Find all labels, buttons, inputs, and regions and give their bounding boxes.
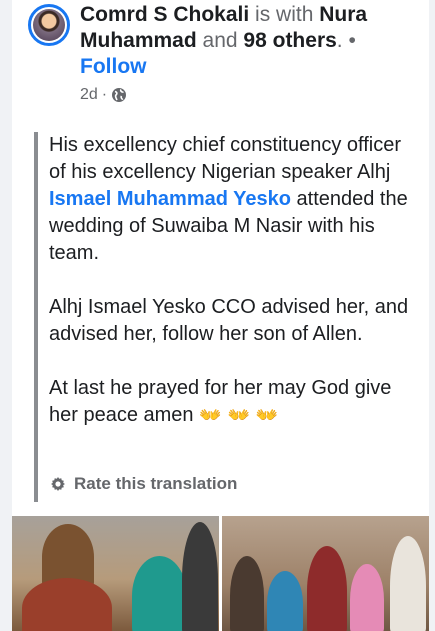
paragraph-1-start: His excellency chief constituency office…	[49, 134, 402, 183]
with-text: is with	[255, 3, 314, 26]
rate-translation-label: Rate this translation	[74, 474, 238, 493]
post-meta: 2d ·	[80, 86, 127, 104]
post-header-text: Comrd S Chokali is with Nura Muhammad an…	[80, 2, 425, 80]
rate-translation-link[interactable]: Rate this translation	[50, 474, 237, 494]
header-separator: . •	[336, 29, 356, 52]
photo-person	[307, 546, 347, 631]
post-time[interactable]: 2d	[80, 86, 98, 104]
mention-link[interactable]: Ismael Muhammad Yesko	[49, 188, 291, 210]
globe-icon[interactable]	[111, 87, 127, 103]
tagged-others[interactable]: 98 others	[243, 29, 336, 52]
paragraph-3: At last he prayed for her may God give h…	[49, 375, 409, 429]
photo-person	[182, 522, 218, 631]
paragraph-2: Alhj Ismael Yesko CCO advised her, and a…	[49, 296, 409, 345]
and-text: and	[202, 29, 238, 52]
feed-right-gutter	[429, 0, 435, 631]
author-avatar[interactable]	[28, 4, 70, 46]
quote-bar	[34, 132, 38, 502]
photo-person	[230, 556, 264, 631]
post-photo-2[interactable]	[222, 516, 429, 631]
photo-person	[267, 571, 303, 631]
paragraph-1: His excellency chief constituency office…	[49, 132, 409, 267]
photo-person	[22, 578, 112, 631]
gear-icon	[51, 477, 65, 491]
photo-person	[132, 556, 187, 631]
post-photo-1[interactable]	[12, 516, 219, 631]
meta-separator: ·	[101, 86, 108, 103]
photo-person	[350, 564, 384, 631]
feed-left-gutter	[0, 0, 12, 631]
open-hands-emoji: 👐👐👐	[199, 405, 285, 425]
photo-person	[390, 536, 426, 631]
post-text: His excellency chief constituency office…	[49, 132, 409, 456]
author-name[interactable]: Comrd S Chokali	[80, 3, 249, 26]
avatar-image	[33, 9, 65, 41]
follow-button[interactable]: Follow	[80, 55, 147, 78]
post-header: Comrd S Chokali is with Nura Muhammad an…	[28, 2, 425, 108]
